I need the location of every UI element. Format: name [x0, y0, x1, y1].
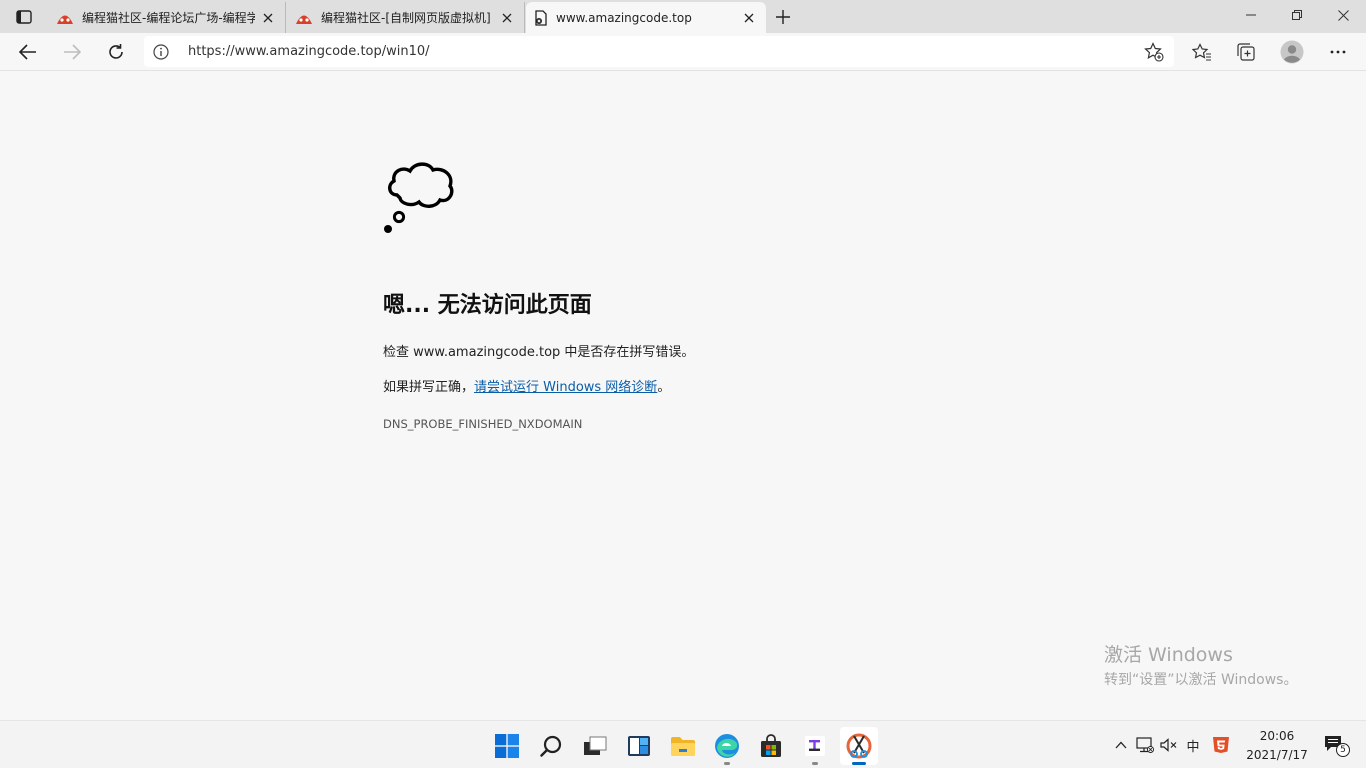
settings-menu-button[interactable] — [1322, 36, 1354, 68]
tab-codemao-forum[interactable]: 编程猫社区-编程论坛广场-编程学 — [48, 2, 286, 33]
tab-bar: 编程猫社区-编程论坛广场-编程学 编程猫社区-[自制网页版虚拟机] www.am… — [0, 0, 1366, 33]
clock-date: 2021/7/17 — [1246, 748, 1308, 762]
info-icon — [153, 43, 169, 60]
minimize-icon — [1246, 14, 1256, 16]
error-title: 嗯... 无法访问此页面 — [383, 293, 592, 318]
store-icon — [761, 734, 781, 757]
edge-icon — [715, 734, 739, 758]
new-tab-button[interactable] — [770, 5, 796, 29]
clock-time: 20:06 — [1259, 729, 1295, 743]
page-error-favicon-icon — [535, 9, 547, 26]
profile-button[interactable] — [1276, 36, 1308, 68]
network-diagnostics-link[interactable]: 请尝试运行 Windows 网络诊断 — [474, 380, 657, 395]
notification-count: 5 — [1336, 743, 1350, 757]
network-status-button[interactable] — [1134, 733, 1156, 757]
minimize-button[interactable] — [1228, 0, 1274, 30]
arrow-left-icon — [19, 44, 36, 60]
tab-title: 编程猫社区-[自制网页版虚拟机] — [321, 11, 491, 25]
arrow-right-icon — [64, 44, 81, 60]
restore-icon — [1292, 10, 1302, 20]
close-icon — [502, 13, 512, 22]
running-indicator — [812, 762, 818, 765]
windows-logo-icon — [495, 734, 519, 758]
plus-icon — [776, 10, 790, 24]
error-suggestion-suffix: 。 — [657, 380, 671, 395]
edge-button[interactable] — [708, 727, 746, 765]
error-suggestion: 如果拼写正确，请尝试运行 Windows 网络诊断。 — [383, 376, 983, 395]
favorites-button[interactable] — [1186, 36, 1218, 68]
show-hidden-icons-button[interactable] — [1110, 733, 1132, 757]
site-info-button[interactable] — [144, 36, 178, 67]
tray-app-button[interactable] — [1210, 733, 1232, 757]
avatar-icon — [1280, 40, 1304, 64]
back-button[interactable] — [12, 36, 44, 68]
chevron-up-icon — [1115, 741, 1127, 749]
volume-muted-icon — [1160, 738, 1177, 752]
file-explorer-button[interactable] — [664, 727, 702, 765]
more-horizontal-icon — [1330, 50, 1346, 54]
tab-close-button[interactable] — [498, 9, 516, 27]
ime-indicator[interactable]: 中 — [1182, 733, 1204, 757]
volume-button[interactable] — [1158, 733, 1180, 757]
tab-codemao-vm[interactable]: 编程猫社区-[自制网页版虚拟机] — [287, 2, 525, 33]
widgets-icon — [628, 736, 650, 756]
folder-icon — [671, 737, 695, 756]
codemao-favicon-icon — [296, 15, 312, 24]
tab-actions-icon — [16, 10, 32, 24]
close-icon — [744, 13, 754, 22]
activation-watermark: 激活 Windows 转到“设置”以激活 Windows。 — [1104, 640, 1297, 689]
taskbar: 中 20:06 2021/7/17 5 — [0, 720, 1366, 768]
tab-close-button[interactable] — [259, 9, 277, 27]
task-view-button[interactable] — [576, 727, 614, 765]
ide-icon — [805, 736, 825, 756]
address-url: https://www.amazingcode.top/win10/ — [188, 44, 430, 59]
thought-cloud-icon — [384, 162, 454, 233]
running-indicator — [724, 762, 730, 765]
close-icon — [263, 13, 273, 22]
collections-button[interactable] — [1230, 36, 1262, 68]
search-icon — [540, 735, 562, 757]
error-panel: 嗯... 无法访问此页面 检查 www.amazingcode.top 中是否存… — [383, 159, 983, 431]
notification-center-button[interactable]: 5 — [1322, 733, 1350, 757]
running-indicator — [852, 762, 866, 765]
snipping-tool-button[interactable] — [840, 727, 878, 765]
star-add-icon — [1144, 42, 1164, 62]
html5-icon — [1213, 737, 1229, 753]
forward-button[interactable] — [56, 36, 88, 68]
codemao-favicon-icon — [57, 15, 73, 24]
refresh-icon — [109, 44, 123, 59]
restore-button[interactable] — [1274, 0, 1320, 30]
error-code: DNS_PROBE_FINISHED_NXDOMAIN — [383, 417, 583, 431]
tab-close-button[interactable] — [740, 9, 758, 27]
start-button[interactable] — [488, 727, 526, 765]
browser-toolbar: https://www.amazingcode.top/win10/ — [0, 33, 1366, 71]
favorites-icon — [1192, 43, 1211, 61]
search-button[interactable] — [532, 727, 570, 765]
watermark-title: 激活 Windows — [1104, 644, 1233, 666]
network-disconnected-icon — [1136, 737, 1154, 753]
watermark-subtitle: 转到“设置”以激活 Windows。 — [1104, 672, 1298, 688]
tab-title: 编程猫社区-编程论坛广场-编程学 — [82, 11, 255, 25]
collections-icon — [1237, 43, 1255, 61]
close-window-button[interactable] — [1320, 0, 1366, 30]
task-view-icon — [584, 736, 607, 755]
widgets-button[interactable] — [620, 727, 658, 765]
tab-actions-button[interactable] — [8, 6, 40, 28]
refresh-button[interactable] — [100, 36, 132, 68]
error-suggestion-prefix: 如果拼写正确， — [383, 380, 475, 395]
ide-app-button[interactable] — [796, 727, 834, 765]
add-favorite-button[interactable] — [1142, 40, 1166, 64]
clock[interactable]: 20:06 2021/7/17 — [1240, 727, 1314, 765]
microsoft-store-button[interactable] — [752, 727, 790, 765]
address-bar[interactable]: https://www.amazingcode.top/win10/ — [144, 36, 1174, 67]
page-content: 嗯... 无法访问此页面 检查 www.amazingcode.top 中是否存… — [0, 71, 1366, 720]
scissors-icon — [846, 733, 872, 759]
tab-amazingcode[interactable]: www.amazingcode.top — [526, 2, 766, 33]
error-check-spelling: 检查 www.amazingcode.top 中是否存在拼写错误。 — [383, 345, 695, 360]
close-icon — [1337, 9, 1349, 21]
tab-title: www.amazingcode.top — [556, 10, 692, 25]
